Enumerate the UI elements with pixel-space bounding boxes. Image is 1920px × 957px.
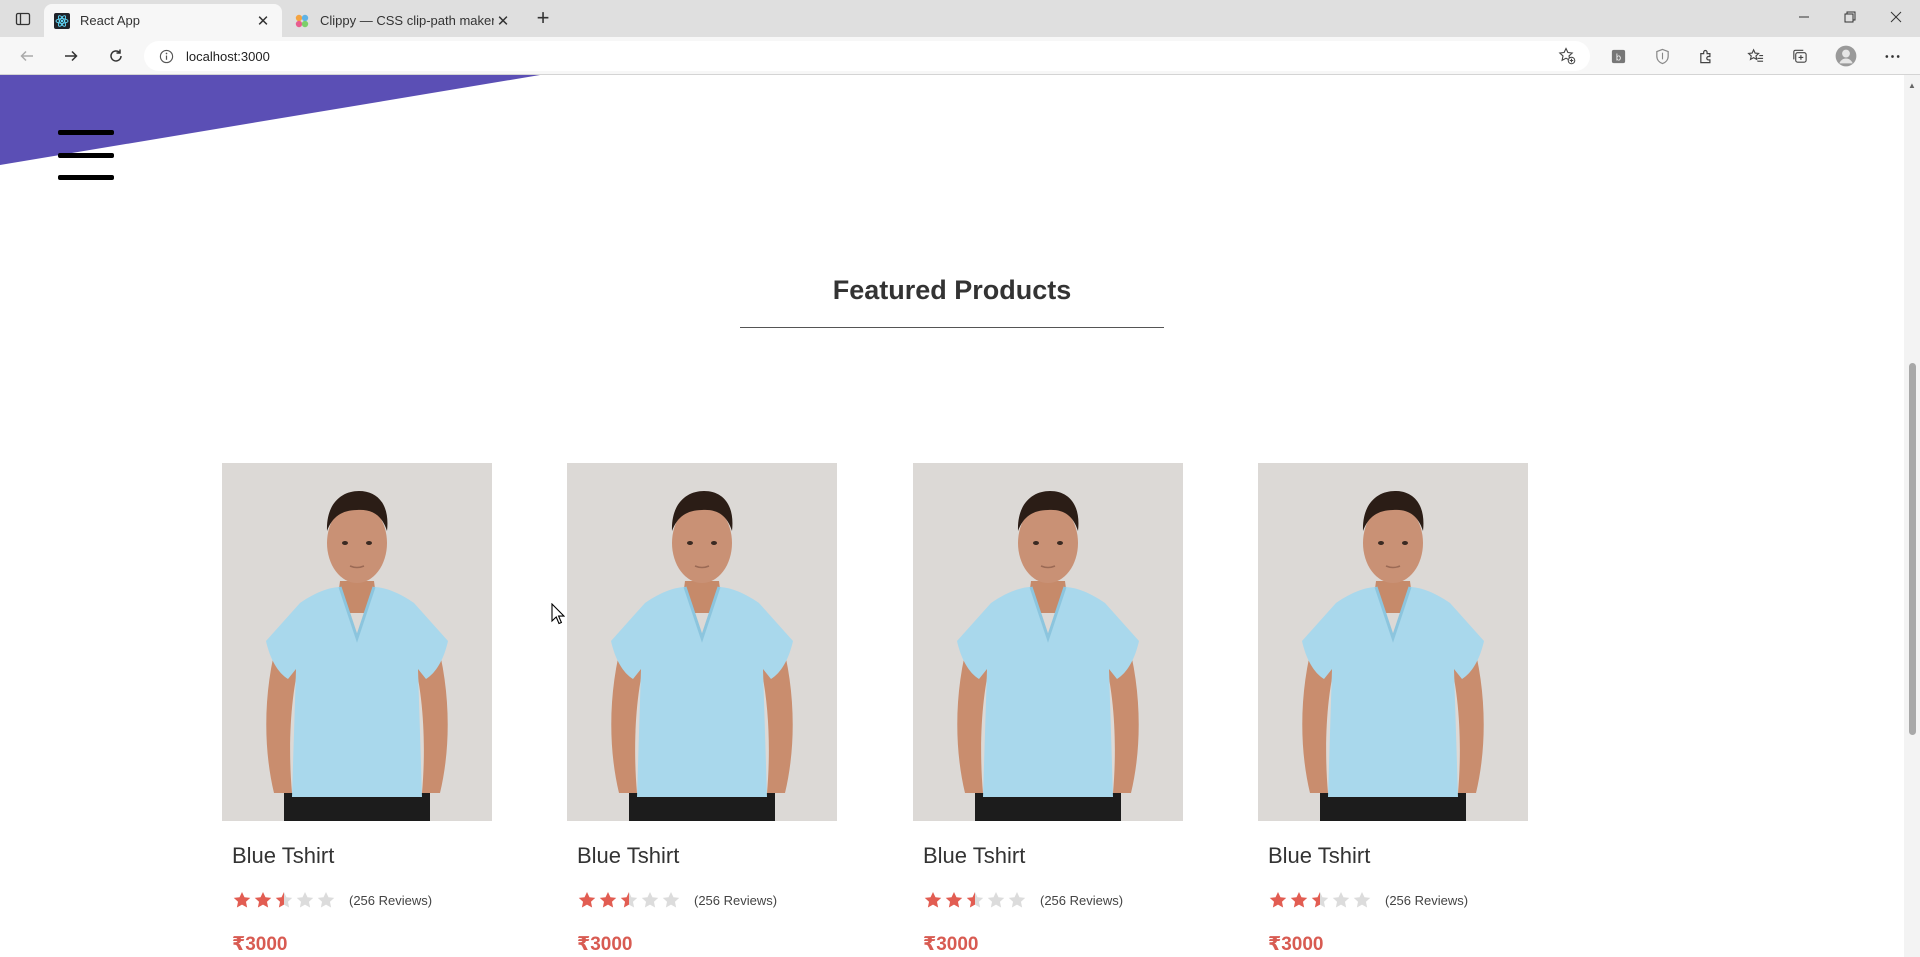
rating-star-icon — [317, 891, 335, 908]
review-count: (256 Reviews) — [349, 892, 433, 908]
rating-star-icon — [987, 891, 1005, 908]
close-window-icon[interactable] — [1873, 0, 1919, 33]
review-count: (256 Reviews) — [1385, 892, 1469, 908]
product-name[interactable]: Blue Tshirt — [923, 843, 1025, 869]
product-rating: (256 Reviews) — [1268, 891, 1468, 909]
rating-star-icon — [924, 891, 942, 908]
product-photo — [222, 463, 492, 821]
rating-star-icon — [254, 891, 272, 908]
react-icon — [54, 12, 70, 29]
rating-star-icon — [662, 891, 680, 908]
collections-icon[interactable] — [1787, 45, 1811, 67]
refresh-icon[interactable] — [102, 43, 130, 69]
review-count: (256 Reviews) — [1040, 892, 1124, 908]
section-title-underline — [740, 327, 1164, 328]
product-photo — [567, 463, 837, 821]
product-card[interactable]: Blue Tshirt (256 Reviews) ₹3000 — [913, 463, 1183, 957]
product-rating: (256 Reviews) — [577, 891, 777, 909]
rating-stars — [923, 891, 1028, 909]
hamburger-menu-icon[interactable] — [58, 130, 114, 180]
product-price: ₹3000 — [232, 934, 288, 955]
rating-star-icon — [641, 891, 659, 908]
forward-icon[interactable] — [57, 43, 85, 69]
rating-star-icon — [578, 891, 596, 908]
scrollbar-thumb[interactable] — [1909, 363, 1916, 735]
review-count: (256 Reviews) — [694, 892, 778, 908]
new-tab-button[interactable]: + — [529, 7, 557, 30]
product-photo — [1258, 463, 1528, 821]
rating-stars — [232, 891, 337, 909]
back-icon[interactable] — [13, 43, 41, 69]
tab-title: React App — [80, 13, 140, 28]
product-rating: (256 Reviews) — [923, 891, 1123, 909]
clippy-icon — [294, 13, 310, 29]
product-card[interactable]: Blue Tshirt (256 Reviews) ₹3000 — [567, 463, 837, 957]
rating-stars — [1268, 891, 1373, 909]
tab-actions-icon[interactable] — [12, 8, 34, 30]
minimize-icon[interactable] — [1781, 0, 1827, 33]
hamburger-line — [58, 152, 114, 158]
tab-bar: React App ✕ Clippy — CSS clip-path maker… — [0, 0, 1920, 37]
product-image[interactable] — [913, 463, 1183, 821]
close-tab-icon[interactable]: ✕ — [494, 12, 512, 30]
svg-text:b: b — [1615, 53, 1620, 63]
product-image[interactable] — [1258, 463, 1528, 821]
product-price: ₹3000 — [577, 934, 633, 955]
profile-avatar-icon[interactable] — [1834, 45, 1858, 67]
section-title: Featured Products — [832, 275, 1072, 305]
rating-star-icon — [1290, 891, 1308, 908]
browser-toolbar: localhost:3000 b — [0, 37, 1920, 75]
extension-icon[interactable]: b — [1606, 45, 1630, 67]
product-card[interactable]: Blue Tshirt (256 Reviews) ₹3000 — [222, 463, 492, 957]
restore-icon[interactable] — [1827, 0, 1873, 33]
product-rating: (256 Reviews) — [232, 891, 432, 909]
product-price: ₹3000 — [1268, 934, 1324, 955]
add-favorite-icon[interactable] — [1556, 45, 1578, 67]
site-info-icon[interactable] — [158, 48, 174, 64]
rating-star-icon — [966, 891, 984, 908]
mouse-cursor-icon — [551, 603, 565, 625]
extensions-puzzle-icon[interactable] — [1694, 45, 1718, 67]
favorites-icon[interactable] — [1743, 45, 1767, 67]
product-name[interactable]: Blue Tshirt — [1268, 843, 1370, 869]
rating-star-icon — [233, 891, 251, 908]
rating-star-icon — [1311, 891, 1329, 908]
product-card[interactable]: Blue Tshirt (256 Reviews) ₹3000 — [1258, 463, 1528, 957]
product-name[interactable]: Blue Tshirt — [577, 843, 679, 869]
rating-star-icon — [1332, 891, 1350, 908]
rating-star-icon — [620, 891, 638, 908]
rating-star-icon — [945, 891, 963, 908]
product-price: ₹3000 — [923, 934, 979, 955]
scroll-up-icon[interactable]: ▲ — [1908, 81, 1916, 90]
tab-title: Clippy — CSS clip-path maker — [320, 13, 494, 28]
tab-clippy[interactable]: Clippy — CSS clip-path maker ✕ — [284, 4, 522, 37]
hamburger-line — [58, 175, 114, 180]
page-scrollbar[interactable]: ▲ — [1904, 75, 1920, 957]
rating-star-icon — [296, 891, 314, 908]
product-name[interactable]: Blue Tshirt — [232, 843, 334, 869]
address-bar[interactable]: localhost:3000 — [144, 41, 1590, 71]
more-options-icon[interactable] — [1880, 45, 1904, 67]
shield-icon[interactable] — [1650, 45, 1674, 67]
page-content: Featured Products Blue Tshirt (256 Revie… — [0, 75, 1904, 957]
url-text[interactable]: localhost:3000 — [186, 49, 1556, 64]
product-image[interactable] — [567, 463, 837, 821]
rating-star-icon — [275, 891, 293, 908]
tab-react-app[interactable]: React App ✕ — [44, 4, 282, 37]
rating-star-icon — [1008, 891, 1026, 908]
rating-star-icon — [599, 891, 617, 908]
hamburger-line — [58, 130, 114, 135]
product-photo — [913, 463, 1183, 821]
rating-star-icon — [1353, 891, 1371, 908]
rating-stars — [577, 891, 682, 909]
rating-star-icon — [1269, 891, 1287, 908]
close-tab-icon[interactable]: ✕ — [254, 12, 272, 30]
product-image[interactable] — [222, 463, 492, 821]
